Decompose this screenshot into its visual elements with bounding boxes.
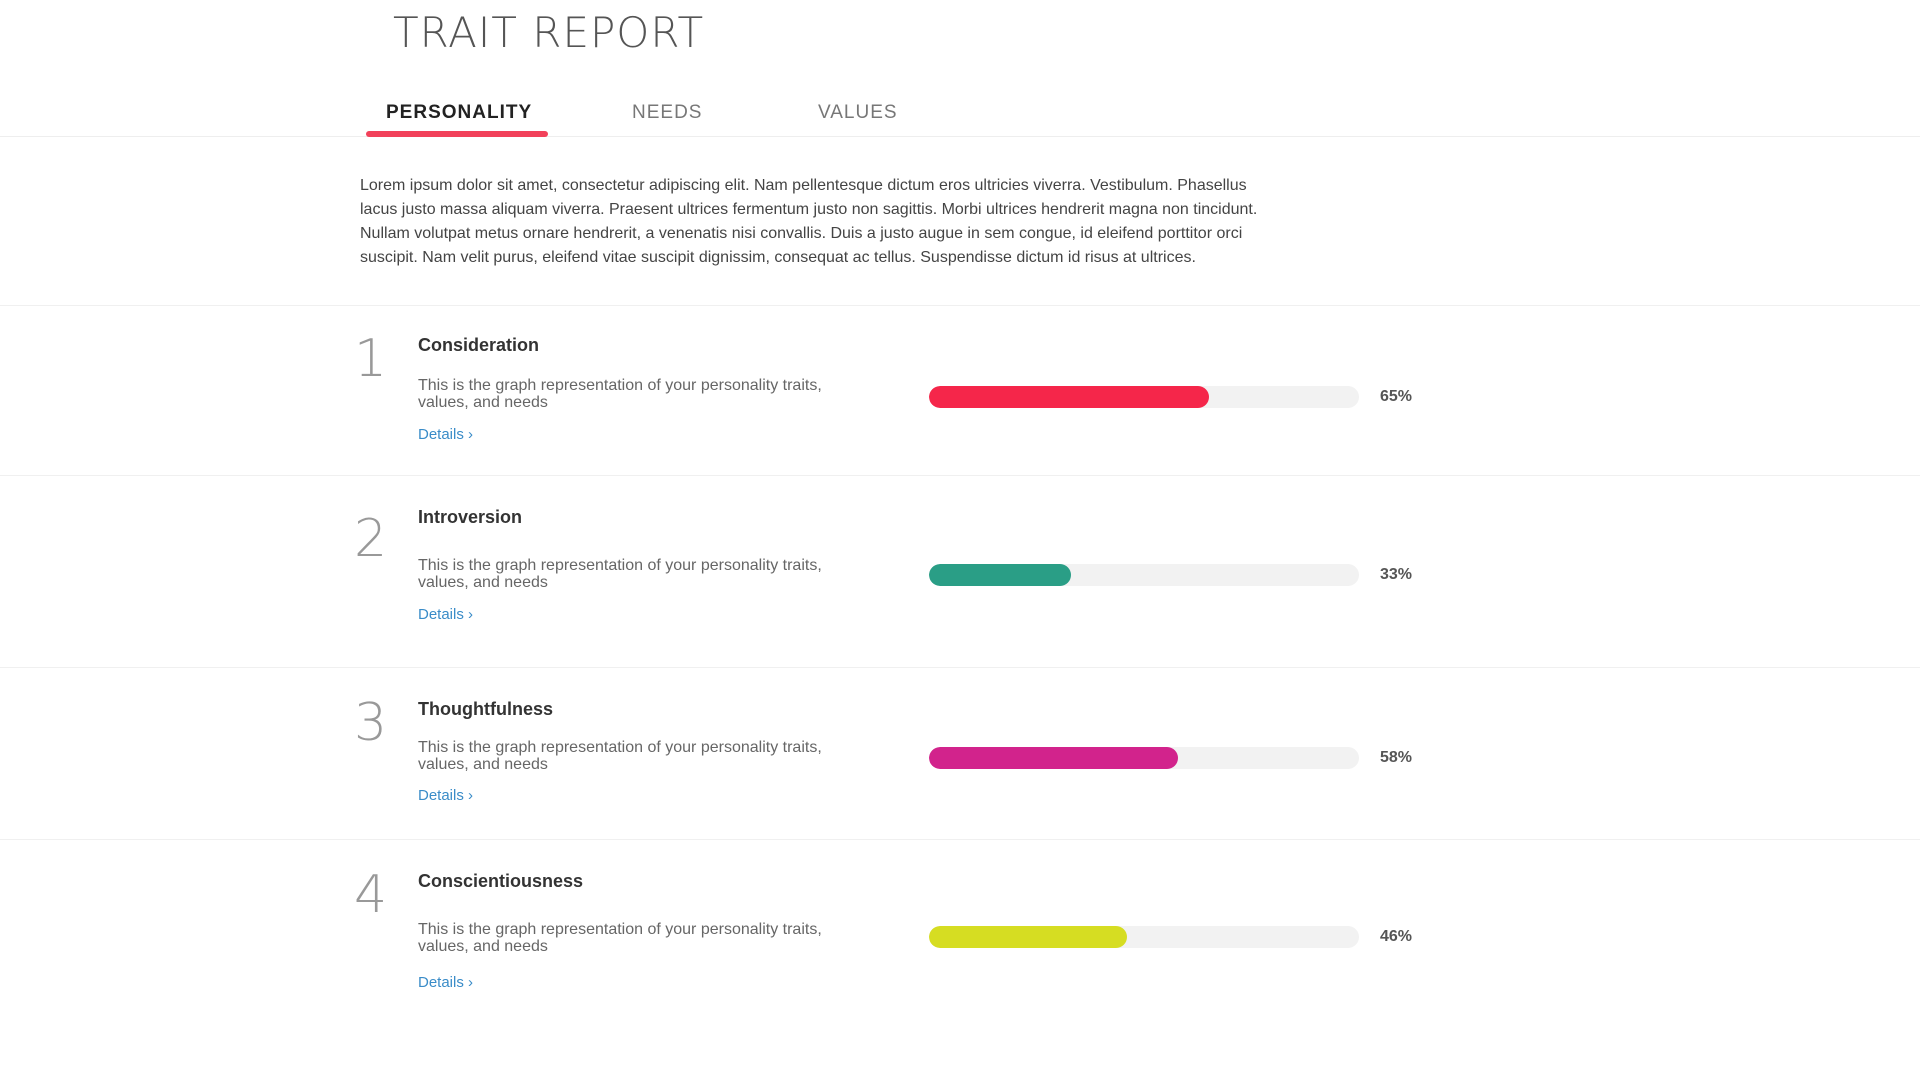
trait-bar-fill [929, 564, 1071, 586]
trait-number: 1 [354, 329, 388, 389]
trait-bar-fill [929, 926, 1127, 948]
trait-row-introversion: 2 Introversion This is the graph represe… [0, 475, 1920, 667]
trait-description: This is the graph representation of your… [418, 739, 822, 773]
trait-bar-track [929, 926, 1359, 948]
trait-bar-fill [929, 386, 1209, 408]
trait-description: This is the graph representation of your… [418, 557, 822, 591]
intro-paragraph: Lorem ipsum dolor sit amet, consectetur … [360, 177, 1258, 266]
trait-row-conscientiousness: 4 Conscientiousness This is the graph re… [0, 839, 1920, 1039]
trait-name: Introversion [418, 507, 523, 527]
trait-name: Thoughtfulness [418, 699, 553, 719]
tab-values[interactable]: VALUES [818, 102, 898, 124]
trait-description: This is the graph representation of your… [418, 921, 822, 955]
trait-number: 4 [354, 865, 388, 925]
trait-name: Consideration [418, 335, 540, 355]
trait-number: 2 [354, 509, 388, 569]
trait-details-link[interactable]: Details › [418, 606, 473, 623]
trait-row-thoughtfulness: 3 Thoughtfulness This is the graph repre… [0, 667, 1920, 839]
trait-percent: 46% [1380, 928, 1413, 945]
page-title: TRAIT REPORT [393, 8, 705, 57]
trait-number: 3 [354, 693, 388, 753]
trait-percent: 58% [1380, 749, 1413, 766]
trait-name: Conscientiousness [418, 871, 584, 891]
trait-bar-fill [929, 747, 1179, 769]
tab-needs[interactable]: NEEDS [632, 102, 702, 124]
trait-percent: 33% [1380, 566, 1413, 583]
trait-percent: 65% [1380, 388, 1413, 405]
active-tab-indicator [366, 131, 548, 137]
trait-details-link[interactable]: Details › [418, 974, 473, 991]
trait-details-link[interactable]: Details › [418, 787, 473, 804]
trait-bar-track [929, 564, 1359, 586]
trait-report-page: TRAIT REPORT PERSONALITY NEEDS VALUES Lo… [0, 0, 1920, 1083]
tab-personality[interactable]: PERSONALITY [386, 102, 532, 124]
trait-row-consideration: 1 Consideration This is the graph repres… [0, 305, 1920, 475]
trait-details-link[interactable]: Details › [418, 426, 473, 443]
trait-bar-track [929, 747, 1359, 769]
tab-bar: PERSONALITY NEEDS VALUES [0, 86, 1920, 137]
trait-description: This is the graph representation of your… [418, 377, 822, 411]
trait-bar-track [929, 386, 1359, 408]
